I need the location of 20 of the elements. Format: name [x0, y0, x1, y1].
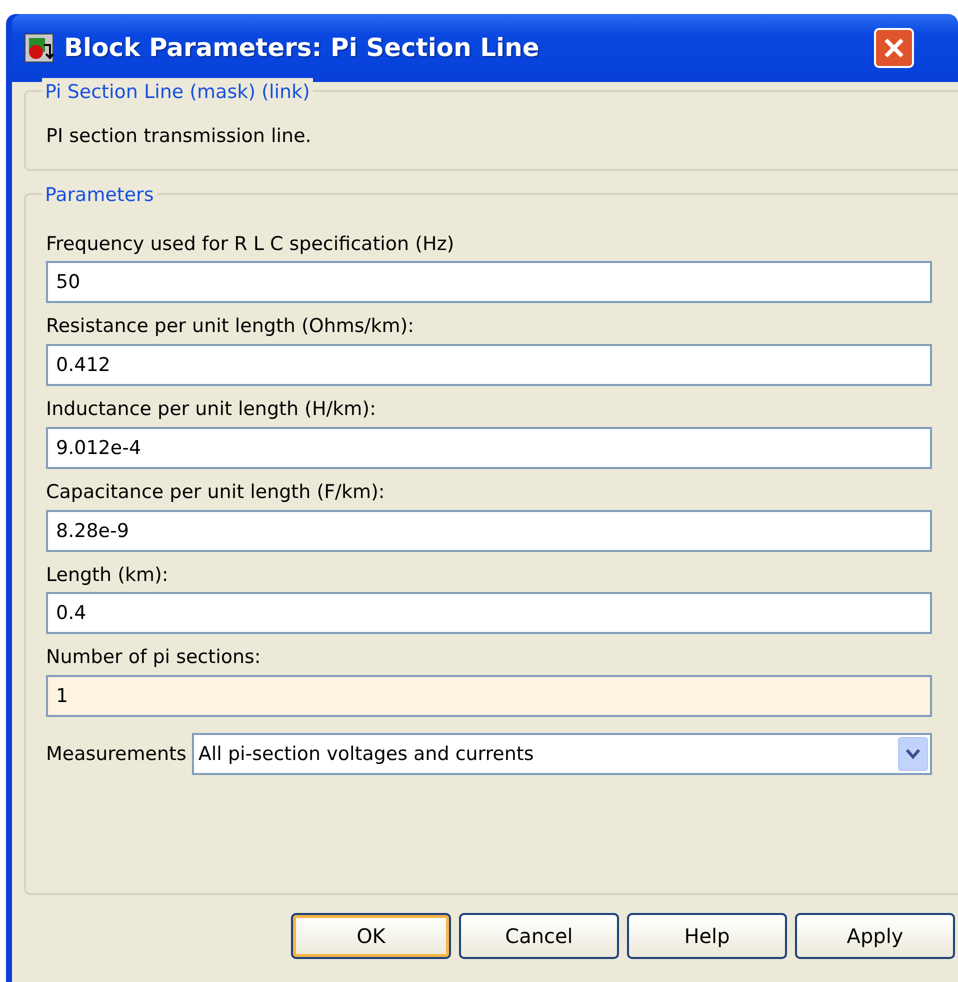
field-label: Inductance per unit length (H/km): — [46, 398, 377, 421]
description-text: PI section transmission line. — [46, 124, 312, 149]
field-label: Resistance per unit length (Ohms/km): — [46, 315, 416, 338]
dialog-button[interactable]: Help — [627, 912, 787, 958]
field-label: Number of pi sections: — [46, 646, 262, 670]
input-field[interactable]: 50 — [46, 261, 932, 304]
field-label: Frequency used for R L C specification (Hz) — [46, 232, 456, 256]
input-field[interactable]: 1 — [46, 675, 932, 718]
dialog-button[interactable]: OK — [291, 912, 451, 958]
input-field[interactable]: 8.28e-9 — [46, 510, 932, 552]
field-label: Capacitance per unit length (F/km): — [46, 480, 386, 504]
input-field[interactable]: 0.412 — [46, 344, 932, 386]
field-label: Length (km): — [46, 564, 170, 586]
input-field[interactable]: 9.012e-4 — [46, 426, 932, 469]
window-title: Block Parameters: Pi Section Line — [64, 32, 540, 64]
field-label: Measurements — [46, 742, 186, 768]
measurements-dropdown[interactable]: All pi-section voltages and currents — [192, 733, 932, 776]
input-field[interactable]: 0.4 — [46, 592, 932, 634]
dialog-button[interactable]: Apply — [795, 912, 955, 958]
dialog-button[interactable]: Cancel — [459, 912, 619, 958]
